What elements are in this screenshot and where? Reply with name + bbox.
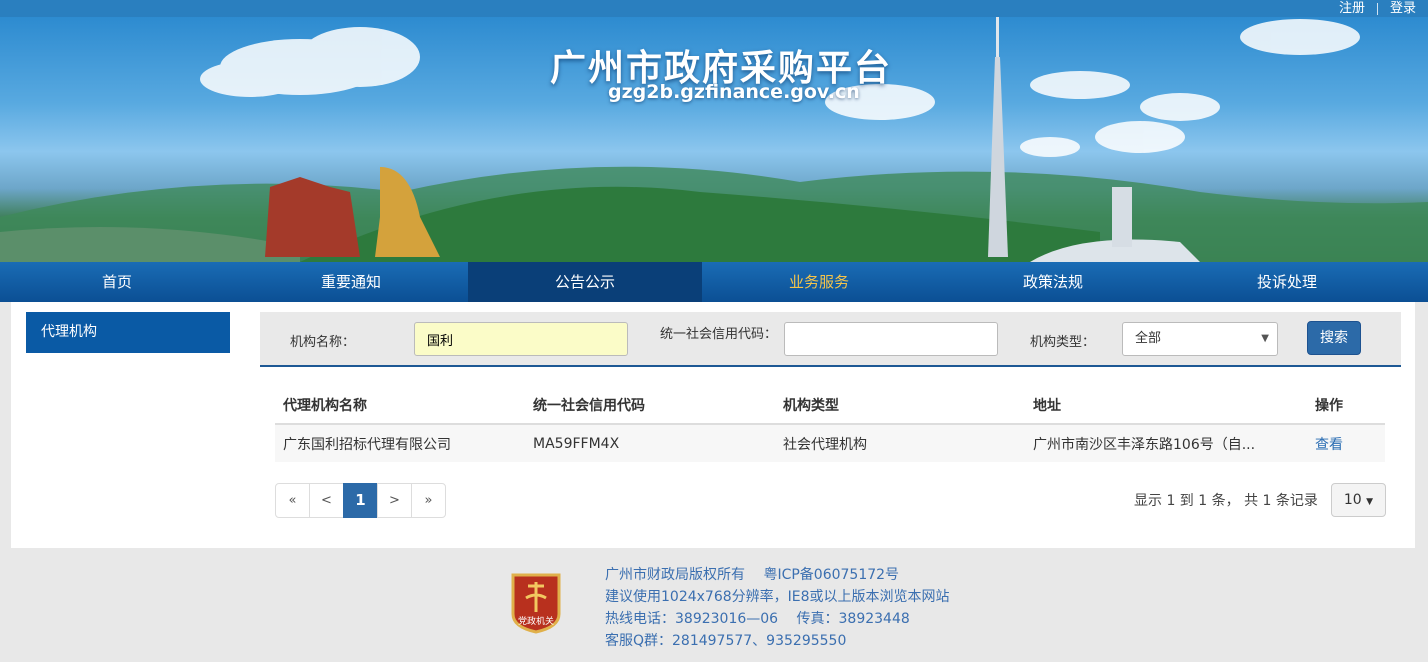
cell-credit-code: MA59FFM4X: [533, 435, 620, 452]
chevron-down-icon: ▼: [1261, 333, 1269, 344]
nav-notices[interactable]: 重要通知: [234, 262, 468, 302]
nav-home[interactable]: 首页: [0, 262, 234, 302]
agency-type-selected: 全部: [1135, 331, 1162, 346]
main-nav: 首页 重要通知 公告公示 业务服务 政策法规 投诉处理: [0, 262, 1428, 302]
nav-services[interactable]: 业务服务: [702, 262, 936, 302]
last-page-button[interactable]: »: [411, 483, 446, 518]
header-action: 操作: [1315, 398, 1343, 414]
page-1-button[interactable]: 1: [343, 483, 378, 518]
nav-policies[interactable]: 政策法规: [936, 262, 1170, 302]
footer-text: 广州市财政局版权所有 粤ICP备06075172号 建议使用1024x768分辨…: [605, 564, 950, 652]
main-content: 代理机构 机构名称： 统一社会信用代码： 机构类型： 全部 ▼ 搜索 代理机构名…: [11, 302, 1415, 548]
footer-copyright: 广州市财政局版权所有 粤ICP备06075172号: [605, 567, 900, 583]
caret-down-icon: ▼: [1366, 497, 1374, 507]
site-footer: 党政机关 广州市财政局版权所有 粤ICP备06075172号 建议使用1024x…: [0, 548, 1428, 662]
next-page-button[interactable]: >: [377, 483, 412, 518]
cell-address: 广州市南沙区丰泽东路106号（自...: [1033, 436, 1256, 453]
pagination-info: 显示 1 到 1 条， 共 1 条记录: [1134, 493, 1318, 509]
top-bar: 注册 登录: [0, 0, 1428, 17]
header-type[interactable]: 机构类型: [775, 395, 1025, 415]
cell-name: 广东国利招标代理有限公司: [283, 436, 451, 453]
header-credit-code[interactable]: 统一社会信用代码: [525, 395, 775, 415]
agency-name-input[interactable]: [414, 322, 628, 356]
agency-table: 代理机构名称 统一社会信用代码 机构类型 地址 操作 广东国利招标代理有限公司 …: [275, 387, 1385, 462]
header-address[interactable]: 地址: [1025, 395, 1307, 415]
footer-resolution: 建议使用1024x768分辨率，IE8或以上版本浏览本网站: [605, 589, 950, 605]
agency-type-label: 机构类型：: [1030, 335, 1096, 350]
agency-name-label: 机构名称：: [290, 335, 356, 350]
nav-announcements[interactable]: 公告公示: [468, 262, 702, 302]
pagination: « < 1 > »: [275, 483, 446, 518]
table-row: 广东国利招标代理有限公司 MA59FFM4X 社会代理机构 广州市南沙区丰泽东路…: [275, 425, 1385, 462]
badge-text: 党政机关: [518, 615, 554, 627]
page-size-dropdown[interactable]: 10 ▼: [1331, 483, 1386, 517]
site-domain: gzg2b.gzfinance.gov.cn: [608, 81, 860, 103]
credit-code-input[interactable]: [784, 322, 998, 356]
login-link[interactable]: 登录: [1378, 0, 1428, 16]
footer-hotline: 热线电话：38923016—06 传真：38923448: [605, 611, 910, 627]
header-name[interactable]: 代理机构名称: [275, 395, 525, 415]
search-panel: 机构名称： 统一社会信用代码： 机构类型： 全部 ▼ 搜索: [260, 312, 1401, 367]
register-link[interactable]: 注册: [1327, 0, 1377, 16]
page-size-value: 10: [1343, 492, 1362, 508]
table-header: 代理机构名称 统一社会信用代码 机构类型 地址 操作: [275, 387, 1385, 425]
nav-complaints[interactable]: 投诉处理: [1170, 262, 1404, 302]
site-banner: 广州市政府采购平台 gzg2b.gzfinance.gov.cn: [0, 17, 1428, 262]
first-page-button[interactable]: «: [275, 483, 310, 518]
credit-code-label: 统一社会信用代码：: [660, 327, 778, 342]
party-gov-badge-icon: 党政机关: [511, 573, 561, 634]
search-button[interactable]: 搜索: [1307, 321, 1361, 355]
view-link[interactable]: 查看: [1307, 434, 1385, 454]
agency-type-select[interactable]: 全部 ▼: [1122, 322, 1278, 356]
cell-type: 社会代理机构: [783, 436, 867, 453]
sidebar-item-agencies[interactable]: 代理机构: [26, 312, 230, 353]
prev-page-button[interactable]: <: [309, 483, 344, 518]
footer-qq-group: 客服Q群：281497577、935295550: [605, 633, 847, 649]
